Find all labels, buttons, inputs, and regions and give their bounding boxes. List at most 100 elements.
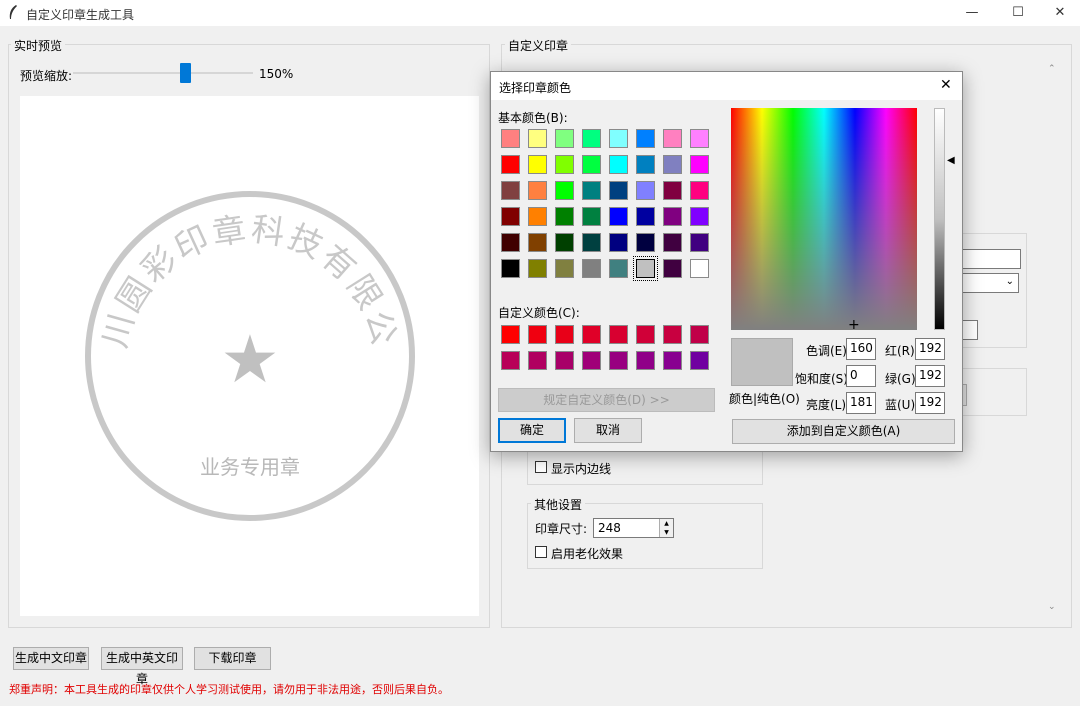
zoom-label: 预览缩放:: [20, 69, 73, 83]
luminance-bar[interactable]: [934, 108, 945, 330]
show-inner-border-label: 显示内边线: [551, 462, 612, 476]
scroll-up-icon[interactable]: ⌃: [1048, 64, 1056, 74]
define-custom-colors-button[interactable]: 规定自定义颜色(D) >>: [498, 388, 715, 412]
partial-text-input[interactable]: [955, 249, 1021, 269]
basic-color-swatch[interactable]: [501, 181, 520, 200]
aging-effect-checkbox[interactable]: [535, 546, 547, 558]
basic-color-swatch[interactable]: [555, 233, 574, 252]
custom-color-swatch[interactable]: [528, 351, 547, 370]
partial-dropdown[interactable]: ⌄: [955, 273, 1019, 293]
basic-color-swatch[interactable]: [663, 233, 682, 252]
custom-color-swatch[interactable]: [690, 351, 709, 370]
basic-color-swatch[interactable]: [663, 207, 682, 226]
basic-color-swatch[interactable]: [609, 181, 628, 200]
generate-chinese-english-seal-button[interactable]: 生成中英文印章: [101, 647, 183, 686]
seal-size-spinbox[interactable]: 248 ▲ ▼: [593, 518, 674, 538]
custom-color-swatch[interactable]: [609, 325, 628, 344]
custom-color-swatch[interactable]: [663, 351, 682, 370]
basic-color-swatch[interactable]: [582, 129, 601, 148]
basic-color-swatch[interactable]: [555, 207, 574, 226]
basic-color-swatch[interactable]: [501, 233, 520, 252]
partial-spinbox[interactable]: [962, 320, 978, 340]
red-input[interactable]: 192: [915, 338, 945, 360]
basic-color-swatch[interactable]: [636, 207, 655, 226]
hue-input[interactable]: 160: [846, 338, 876, 360]
basic-color-swatch[interactable]: [582, 181, 601, 200]
custom-color-swatch[interactable]: [555, 351, 574, 370]
spin-down-icon[interactable]: ▼: [659, 528, 673, 537]
cancel-button[interactable]: 取消: [574, 418, 642, 443]
basic-color-swatch[interactable]: [501, 207, 520, 226]
basic-color-swatch[interactable]: [690, 155, 709, 174]
basic-color-swatch[interactable]: [609, 259, 628, 278]
dialog-close-button[interactable]: ✕: [940, 77, 952, 93]
basic-color-swatch[interactable]: [501, 129, 520, 148]
add-to-custom-colors-button[interactable]: 添加到自定义颜色(A): [732, 419, 955, 444]
basic-color-swatch[interactable]: [663, 181, 682, 200]
luminance-input[interactable]: 181: [846, 392, 876, 414]
basic-color-swatch[interactable]: [609, 207, 628, 226]
download-seal-button[interactable]: 下载印章: [194, 647, 271, 670]
custom-color-swatch[interactable]: [582, 351, 601, 370]
basic-color-swatch[interactable]: [555, 129, 574, 148]
basic-color-swatch[interactable]: [582, 233, 601, 252]
custom-color-swatch[interactable]: [663, 325, 682, 344]
basic-color-swatch[interactable]: [663, 259, 682, 278]
custom-color-swatch[interactable]: [501, 351, 520, 370]
basic-color-swatch[interactable]: [609, 155, 628, 174]
basic-color-swatch[interactable]: [528, 207, 547, 226]
basic-color-swatch[interactable]: [663, 129, 682, 148]
basic-color-swatch[interactable]: [555, 259, 574, 278]
basic-color-swatch[interactable]: [555, 181, 574, 200]
basic-color-swatch[interactable]: [528, 129, 547, 148]
basic-color-swatch[interactable]: [690, 207, 709, 226]
basic-color-swatch[interactable]: [582, 259, 601, 278]
maximize-button[interactable]: ☐: [995, 0, 1041, 26]
green-input[interactable]: 192: [915, 365, 945, 387]
close-button[interactable]: ✕: [1037, 0, 1080, 26]
basic-color-swatch[interactable]: [690, 259, 709, 278]
basic-color-swatch[interactable]: [555, 155, 574, 174]
custom-color-swatch[interactable]: [582, 325, 601, 344]
custom-color-swatch[interactable]: [609, 351, 628, 370]
custom-scrollbar[interactable]: ⌃ ⌄: [1046, 62, 1060, 620]
basic-color-swatch[interactable]: [636, 233, 655, 252]
basic-color-swatch[interactable]: [609, 233, 628, 252]
basic-color-swatch[interactable]: [636, 155, 655, 174]
basic-color-swatch[interactable]: [690, 129, 709, 148]
saturation-input[interactable]: 0: [846, 365, 876, 387]
custom-color-swatch[interactable]: [528, 325, 547, 344]
basic-color-swatch[interactable]: [528, 259, 547, 278]
basic-color-swatch[interactable]: [633, 256, 658, 281]
basic-color-swatch[interactable]: [663, 155, 682, 174]
basic-color-swatch[interactable]: [609, 129, 628, 148]
seal-size-value[interactable]: 248: [598, 521, 621, 535]
basic-color-swatch[interactable]: [636, 181, 655, 200]
basic-color-swatch[interactable]: [690, 181, 709, 200]
basic-color-swatch[interactable]: [501, 155, 520, 174]
spin-up-icon[interactable]: ▲: [659, 519, 673, 528]
basic-color-swatch[interactable]: [501, 259, 520, 278]
color-spectrum[interactable]: +: [731, 108, 917, 332]
basic-color-swatch[interactable]: [528, 155, 547, 174]
show-inner-border-checkbox[interactable]: [535, 461, 547, 473]
custom-color-swatch[interactable]: [690, 325, 709, 344]
basic-color-swatch[interactable]: [636, 129, 655, 148]
blue-input[interactable]: 192: [915, 392, 945, 414]
basic-color-swatch[interactable]: [690, 233, 709, 252]
custom-color-swatch[interactable]: [555, 325, 574, 344]
basic-color-swatch[interactable]: [528, 233, 547, 252]
luminance-arrow-icon[interactable]: ◀: [947, 155, 955, 166]
zoom-slider-thumb[interactable]: [179, 63, 191, 83]
custom-color-swatch[interactable]: [636, 351, 655, 370]
scroll-down-icon[interactable]: ⌄: [1048, 602, 1056, 612]
basic-color-swatch[interactable]: [582, 207, 601, 226]
basic-color-swatch[interactable]: [528, 181, 547, 200]
zoom-slider-track[interactable]: [73, 72, 253, 74]
custom-color-swatch[interactable]: [636, 325, 655, 344]
ok-button[interactable]: 确定: [498, 418, 566, 443]
basic-color-swatch[interactable]: [582, 155, 601, 174]
custom-color-swatch[interactable]: [501, 325, 520, 344]
generate-chinese-seal-button[interactable]: 生成中文印章: [13, 647, 89, 670]
minimize-button[interactable]: —: [949, 0, 995, 26]
